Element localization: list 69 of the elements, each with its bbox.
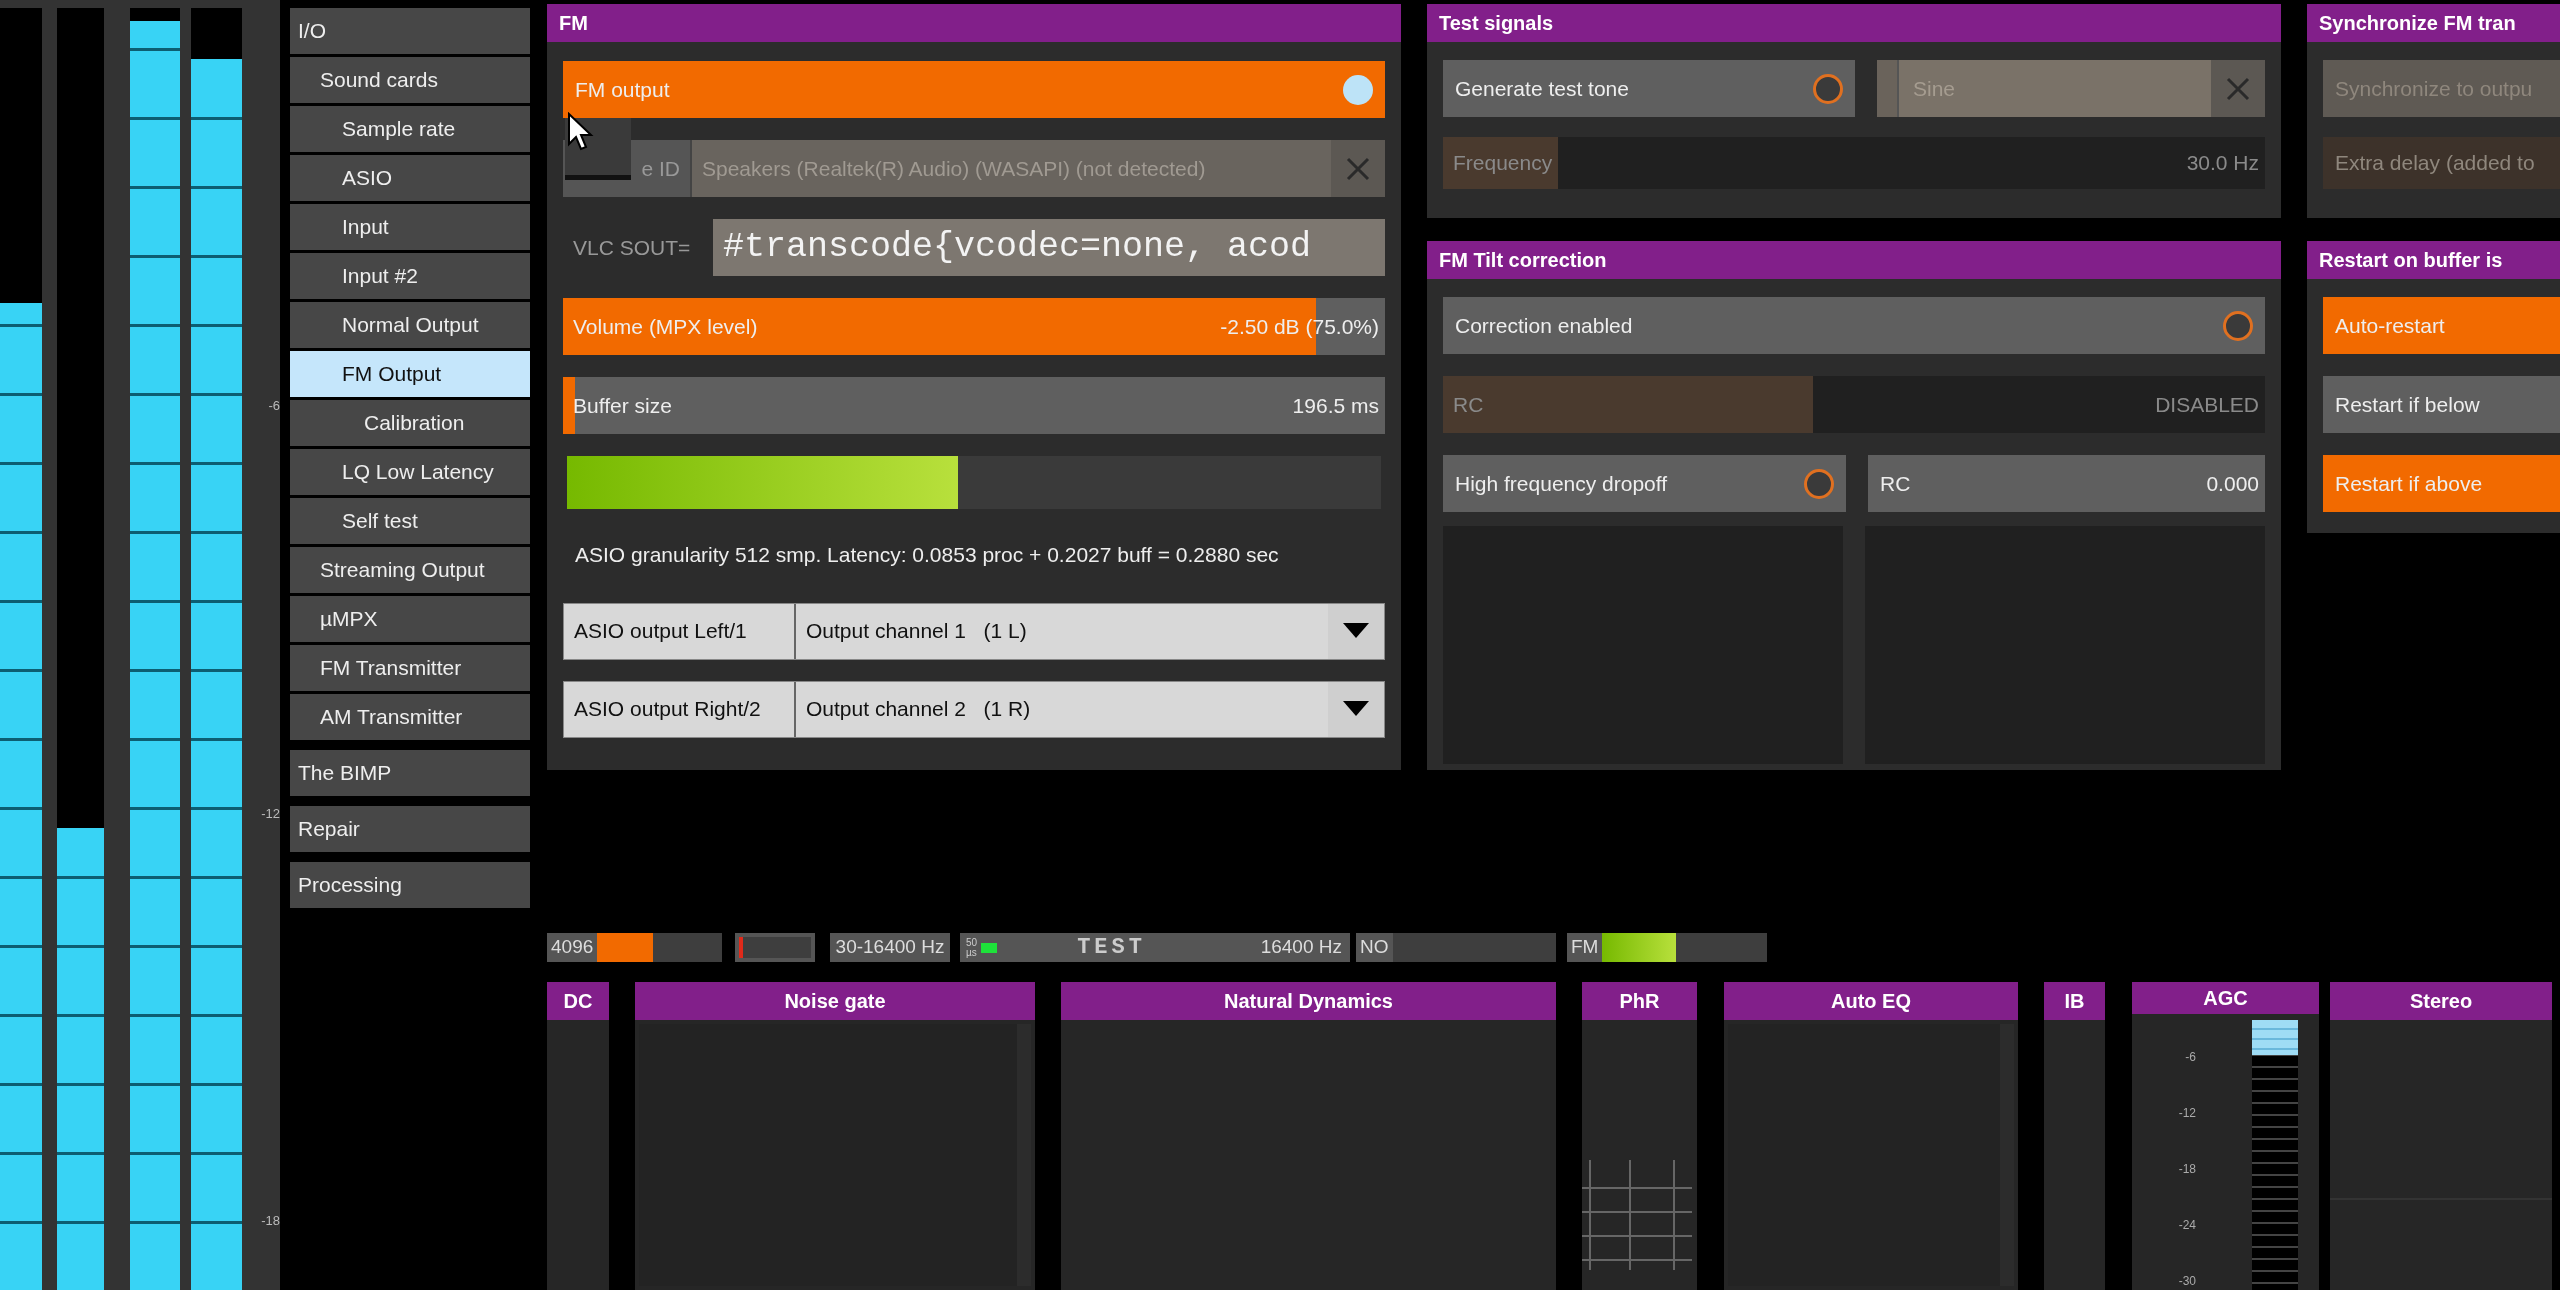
sidebar-item[interactable]: Input #2: [290, 253, 530, 299]
field-label: VLC SOUT=: [572, 234, 692, 261]
scale-label: -12: [260, 804, 280, 823]
scale-label: -18: [2177, 1161, 2196, 1178]
sidebar-item[interactable]: Processing: [290, 862, 530, 908]
panel-header: Restart on buffer is: [2307, 241, 2560, 279]
sidebar-item[interactable]: Streaming Output: [290, 547, 530, 593]
value-field[interactable]: RC 0.000: [1868, 455, 2265, 512]
module-header[interactable]: PhR: [1582, 982, 1697, 1020]
close-icon: [2225, 75, 2251, 102]
toggle-indicator: [2223, 310, 2253, 341]
sidebar-item[interactable]: Sample rate: [290, 106, 530, 152]
cutoff-text: 16400 Hz: [1260, 935, 1343, 960]
sidebar-item[interactable]: Repair: [290, 806, 530, 852]
toggle-indicator: [1804, 468, 1834, 499]
meter-label: NO: [1359, 935, 1390, 960]
sidebar-item[interactable]: The BIMP: [290, 750, 530, 796]
latency-text: ASIO granularity 512 smp. Latency: 0.0853 proc + 0.2027 buff = 0.2880 sec: [574, 542, 1280, 568]
sidebar-item[interactable]: FM Transmitter: [290, 645, 530, 691]
scale-label: -24: [2177, 1217, 2196, 1234]
scale-label: -12: [2177, 1105, 2196, 1122]
module-header[interactable]: Natural Dynamics: [1061, 982, 1556, 1020]
sidebar-item[interactable]: LQ Low Latency: [290, 449, 530, 495]
scale-label: -30: [2177, 1273, 2196, 1290]
overlay-box: [565, 118, 631, 180]
channel-dropdown[interactable]: ASIO output Right/2 Output channel 2 (1 R): [563, 680, 1385, 738]
channel-dropdown[interactable]: ASIO output Left/1 Output channel 1 (1 L): [563, 602, 1385, 660]
sidebar-item[interactable]: I/O: [290, 8, 530, 54]
preemphasis-unit: µs: [966, 947, 978, 958]
sidebar-item[interactable]: ASIO: [290, 155, 530, 201]
panel-header: FM Tilt correction: [1427, 241, 2281, 279]
pointer-icon: [567, 112, 595, 152]
mode-text: TEST: [1077, 934, 1146, 962]
scale-label: -18: [260, 1212, 280, 1230]
sidebar-item[interactable]: Self test: [290, 498, 530, 544]
sout-field[interactable]: #transcode{vcodec=none, acod: [713, 219, 1385, 276]
toggle-switch[interactable]: High frequency dropoff: [1443, 455, 1846, 512]
module-header[interactable]: AGC: [2132, 982, 2319, 1014]
band-text: 30-16400 Hz: [835, 935, 945, 960]
sidebar-item[interactable]: µMPX: [290, 596, 530, 642]
clip-meter: [739, 937, 811, 958]
sidebar-item[interactable]: Input: [290, 204, 530, 250]
module-header[interactable]: Noise gate: [635, 982, 1035, 1020]
toggle-switch[interactable]: Restart if below: [2323, 376, 2560, 433]
scale-label: -6: [2184, 1049, 2196, 1066]
meter-label: FM: [1570, 935, 1600, 960]
module-header[interactable]: Stereo: [2330, 982, 2552, 1020]
buffer-value: 4096: [550, 935, 595, 960]
panel-header: Synchronize FM tran: [2307, 4, 2560, 42]
sidebar-item[interactable]: Normal Output: [290, 302, 530, 348]
caret-icon: [1343, 623, 1369, 639]
module-header[interactable]: IB: [2044, 982, 2105, 1020]
sidebar-item[interactable]: AM Transmitter: [290, 694, 530, 740]
sidebar-item[interactable]: FM Output: [290, 351, 530, 397]
panel-header: Test signals: [1427, 4, 2281, 42]
module-header[interactable]: DC: [547, 982, 609, 1020]
scale-label: -6: [267, 397, 280, 415]
close-icon: [1345, 155, 1371, 182]
sidebar-item[interactable]: Sound cards: [290, 57, 530, 103]
toggle-switch[interactable]: Generate test tone: [1443, 60, 1855, 117]
toggle-switch[interactable]: Correction enabled: [1443, 297, 2265, 354]
preemphasis-value: 50: [966, 937, 978, 948]
module-header[interactable]: Auto EQ: [1724, 982, 2018, 1020]
toggle-indicator: [1343, 74, 1373, 105]
caret-icon: [1343, 701, 1369, 717]
sidebar-item[interactable]: Calibration: [290, 400, 530, 446]
panel-header: FM: [547, 4, 1401, 42]
clear-button[interactable]: [1331, 140, 1385, 197]
toggle-indicator: [1813, 73, 1843, 104]
